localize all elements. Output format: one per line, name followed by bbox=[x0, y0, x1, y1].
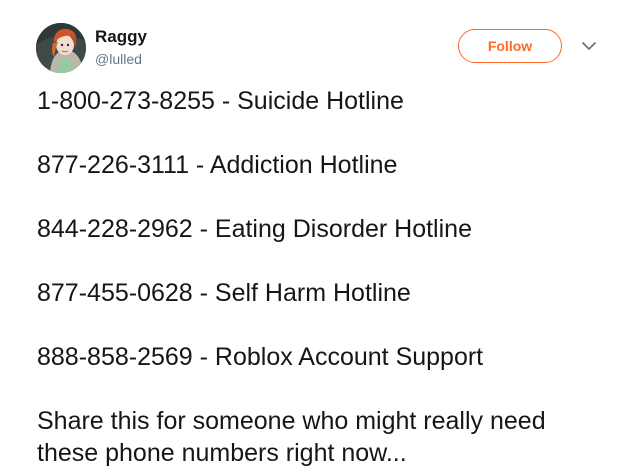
avatar-icon bbox=[36, 23, 86, 73]
chevron-down-icon bbox=[582, 41, 596, 50]
tweet-spacer bbox=[37, 309, 612, 341]
avatar[interactable] bbox=[36, 23, 86, 73]
follow-button[interactable]: Follow bbox=[458, 29, 562, 63]
tweet-spacer bbox=[37, 245, 612, 277]
tweet-line: 877-226-3111 - Addiction Hotline bbox=[37, 151, 398, 179]
tweet-text: 1-800-273-8255 - Suicide Hotline 877-226… bbox=[37, 85, 612, 469]
tweet-line: 877-455-0628 - Self Harm Hotline bbox=[37, 279, 411, 307]
tweet-spacer bbox=[37, 373, 612, 405]
tweet-spacer bbox=[37, 117, 612, 149]
tweet-line: 844-228-2962 - Eating Disorder Hotline bbox=[37, 215, 472, 243]
user-handle[interactable]: @lulled bbox=[95, 51, 142, 68]
tweet-line: 888-858-2569 - Roblox Account Support bbox=[37, 343, 484, 371]
tweet-spacer bbox=[37, 181, 612, 213]
tweet-menu-button[interactable] bbox=[581, 39, 597, 53]
tweet-closing-text: Share this for someone who might really … bbox=[37, 407, 546, 467]
tweet-card: Raggy @lulled Follow 1-800-273-8255 - Su… bbox=[0, 0, 630, 476]
tweet-line: 1-800-273-8255 - Suicide Hotline bbox=[37, 87, 404, 115]
display-name[interactable]: Raggy bbox=[95, 27, 147, 47]
